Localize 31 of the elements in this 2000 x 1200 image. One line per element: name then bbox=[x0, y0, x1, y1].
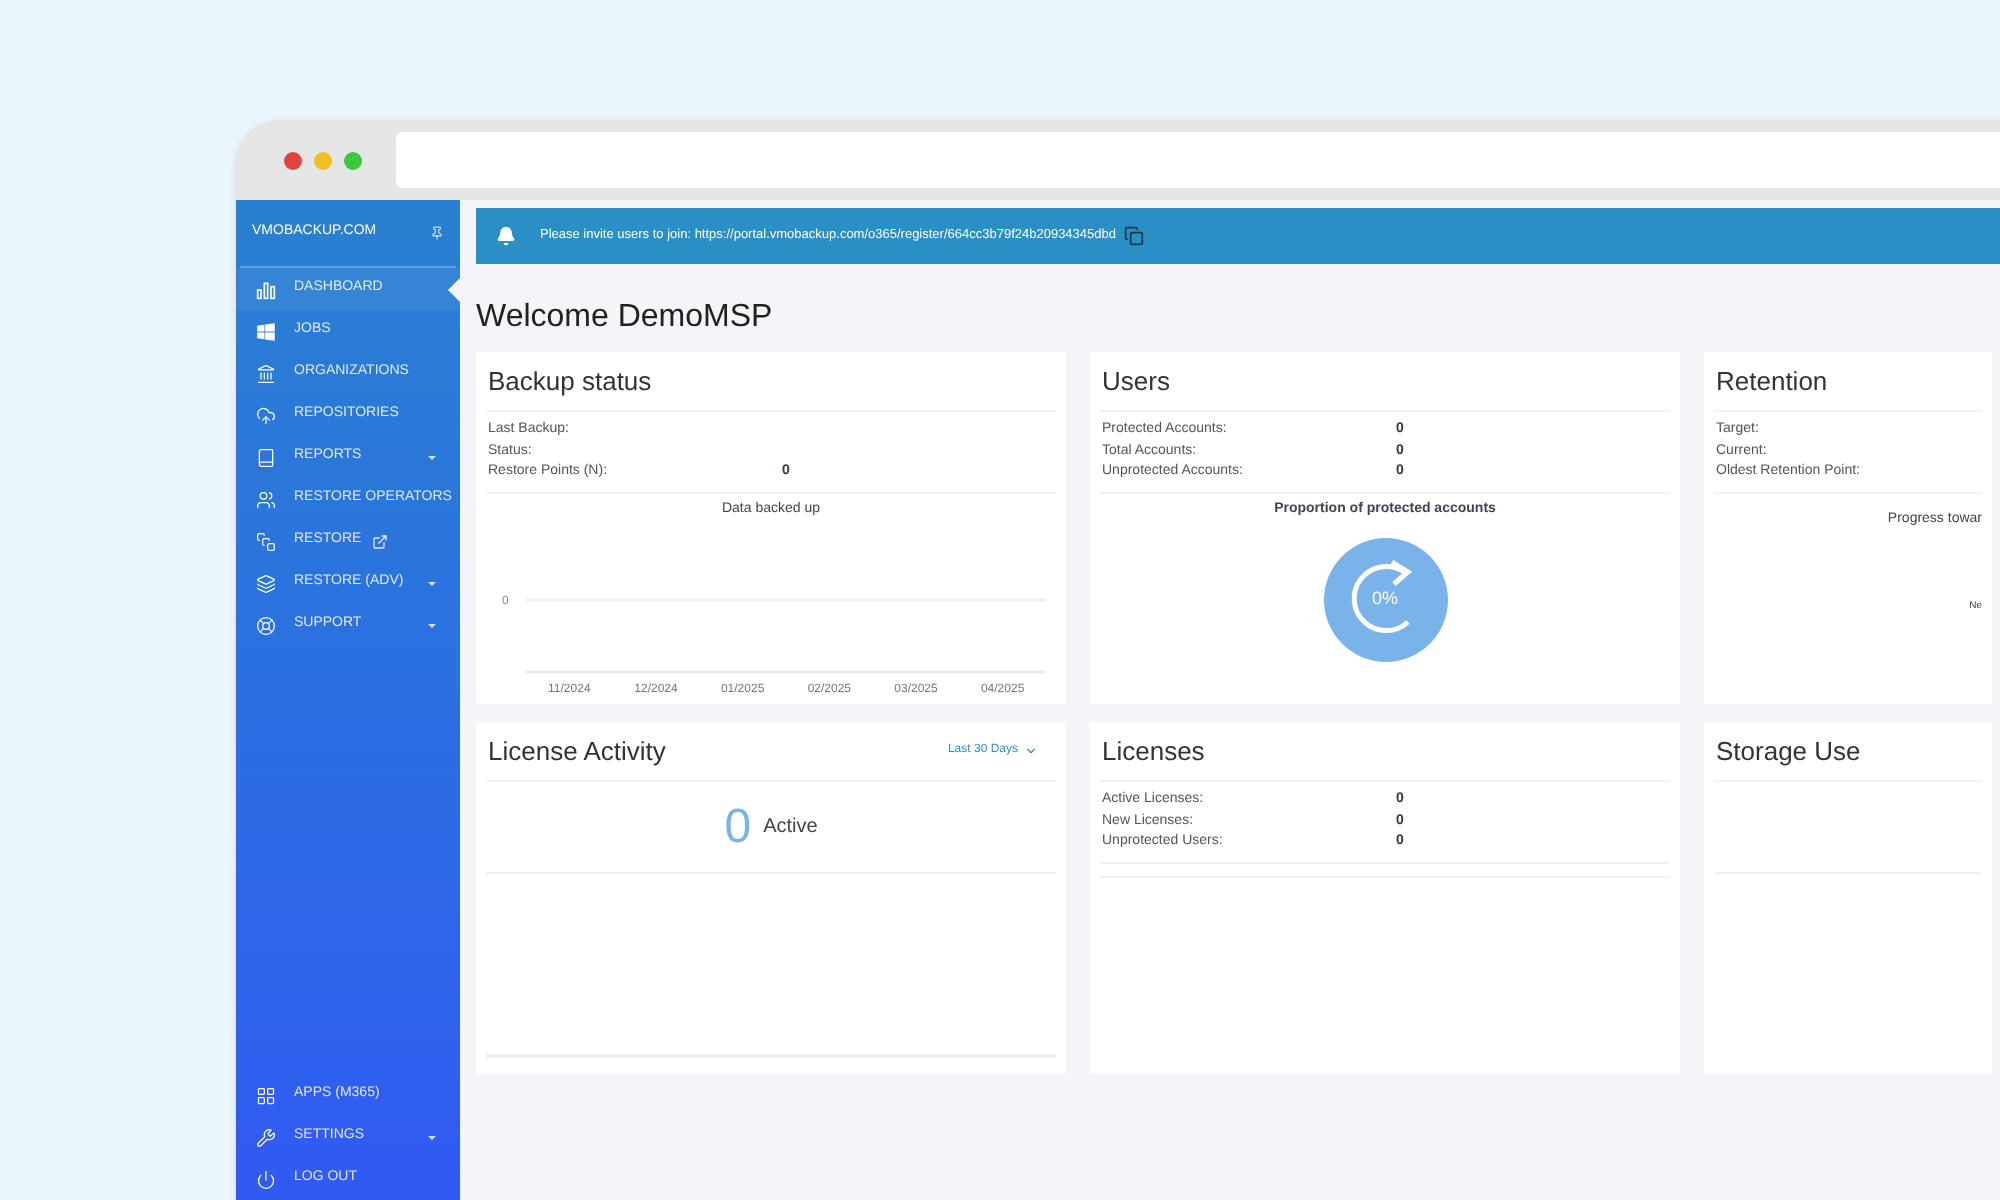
grid-icon bbox=[256, 1085, 276, 1105]
caret-icon bbox=[428, 1135, 436, 1139]
caret-icon bbox=[428, 623, 436, 627]
layers-icon bbox=[256, 573, 276, 593]
card-title: Storage Use bbox=[1716, 733, 1861, 770]
active-count: 0 bbox=[724, 803, 752, 851]
pin-icon[interactable] bbox=[430, 226, 444, 240]
book-icon bbox=[256, 447, 276, 467]
bar-chart-icon bbox=[256, 279, 276, 299]
tools-icon bbox=[256, 1127, 276, 1147]
bell-icon bbox=[496, 226, 516, 246]
percent-value: 0% bbox=[1371, 586, 1398, 613]
page-title: Welcome DemoMSP bbox=[476, 298, 775, 338]
users-icon bbox=[256, 489, 276, 509]
cloud-icon bbox=[256, 405, 276, 425]
active-label: Active bbox=[763, 814, 818, 842]
lifebuoy-icon bbox=[256, 615, 276, 635]
caret-icon bbox=[428, 581, 436, 585]
card-title: Licenses bbox=[1102, 733, 1205, 770]
power-icon bbox=[256, 1169, 276, 1189]
card-title: License Activity bbox=[488, 733, 666, 770]
external-link-icon bbox=[371, 533, 388, 549]
windows-icon bbox=[256, 321, 276, 341]
card-title: Backup status bbox=[488, 363, 652, 400]
caret-icon bbox=[428, 455, 436, 459]
chevron-down-icon bbox=[1024, 744, 1038, 758]
building-icon bbox=[256, 363, 276, 383]
copy-icon[interactable] bbox=[1124, 226, 1144, 246]
windows-stack-icon bbox=[256, 531, 276, 551]
card-title: Retention bbox=[1716, 363, 1828, 400]
card-title: Users bbox=[1102, 363, 1170, 400]
